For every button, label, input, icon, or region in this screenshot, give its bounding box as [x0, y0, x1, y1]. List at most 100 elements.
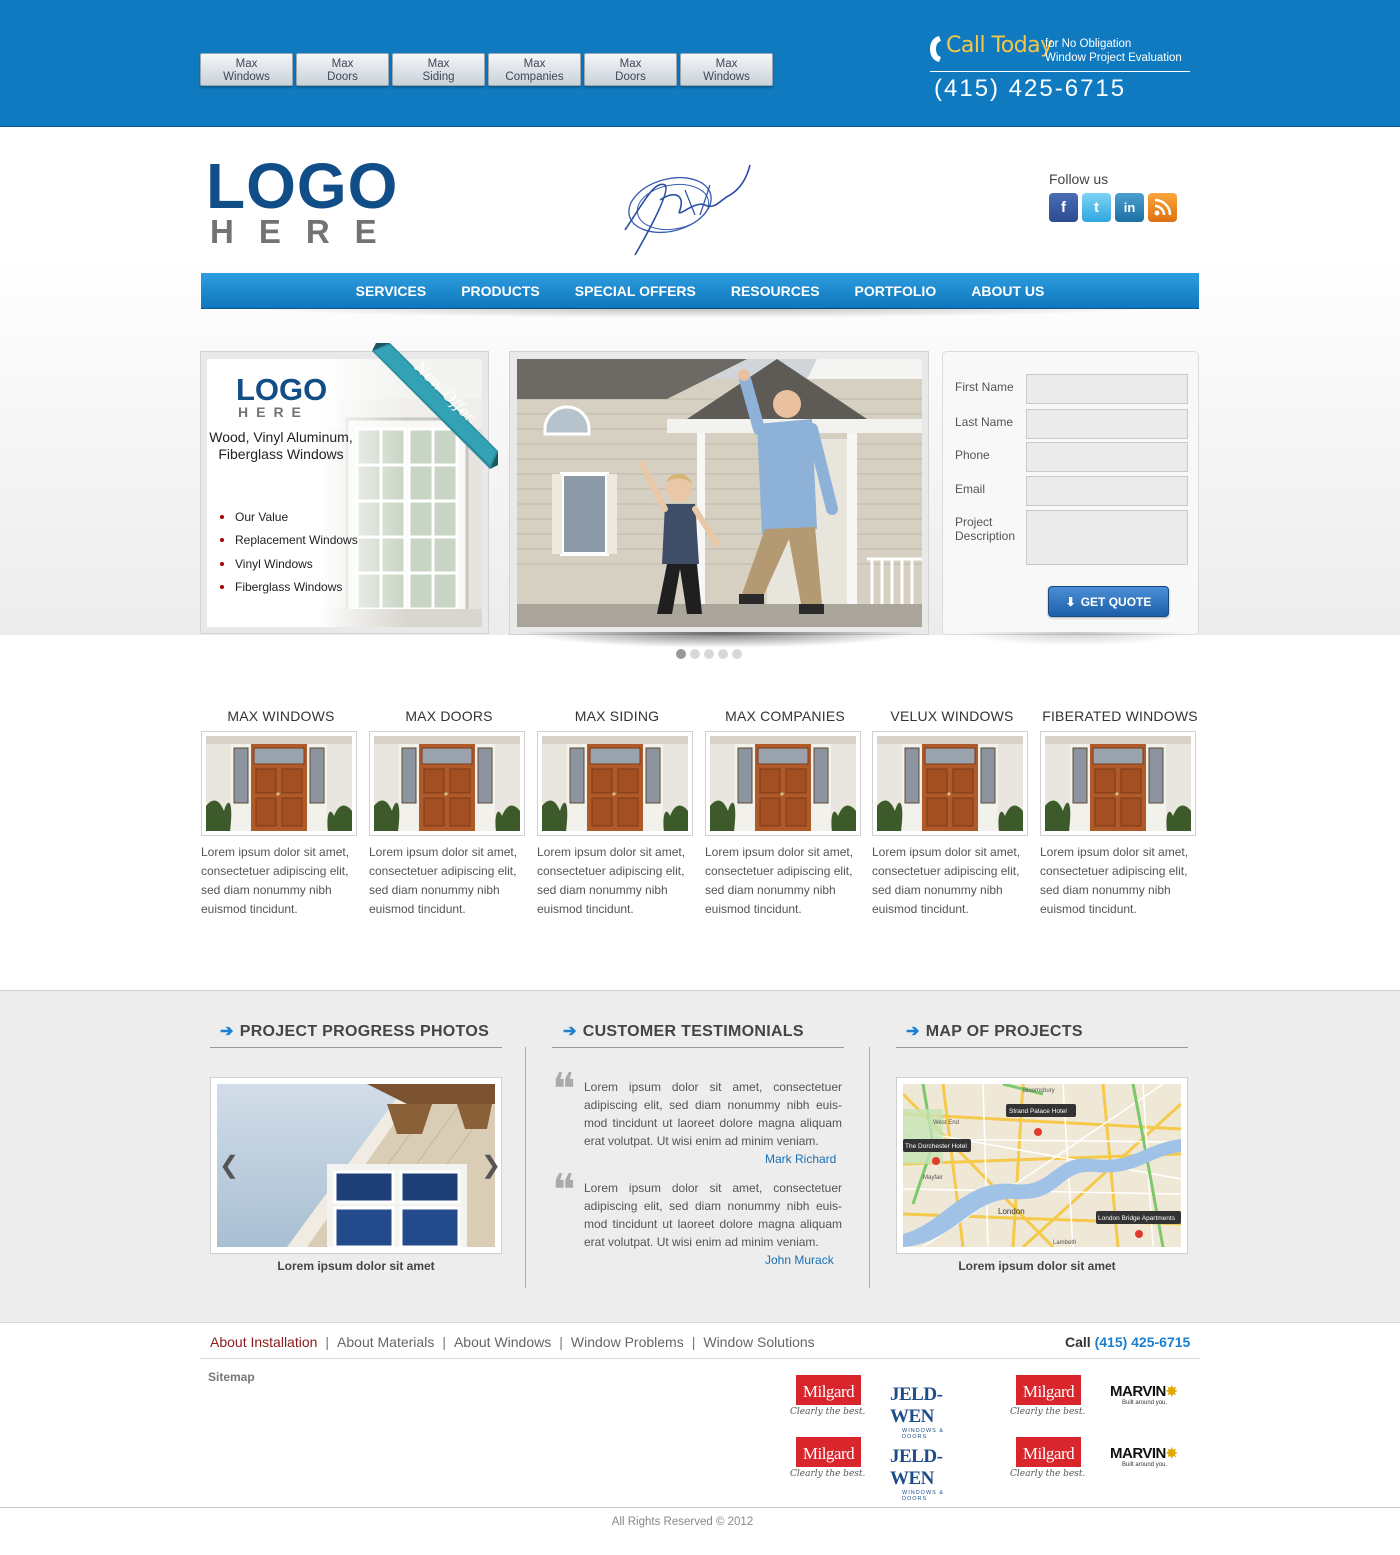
separator: |	[691, 1334, 696, 1350]
product-image[interactable]	[369, 731, 525, 836]
offer-link-vinyl-windows[interactable]: Vinyl Windows	[220, 552, 358, 576]
slider-dot-1[interactable]	[676, 649, 686, 659]
product-image[interactable]	[201, 731, 357, 836]
testimonial-text: Lorem ipsum dolor sit amet, consectetuer…	[584, 1080, 842, 1148]
map-label: The Dorchester Hotel	[905, 1143, 967, 1150]
offer-link-label: Our Value	[235, 509, 289, 524]
phone-number[interactable]: (415) 425-6715	[934, 75, 1126, 103]
footer-bottom-divider	[0, 1507, 1400, 1508]
first-name-field[interactable]	[1026, 374, 1188, 404]
bullet-icon	[220, 585, 224, 590]
product-title[interactable]: MAX DOORS	[369, 708, 529, 728]
rss-icon[interactable]	[1148, 193, 1177, 222]
footer-link-window-problems[interactable]: Window Problems	[571, 1334, 684, 1350]
product-title[interactable]: VELUX WINDOWS	[872, 708, 1032, 728]
milgard-logo: Milgard	[796, 1437, 861, 1467]
top-tab-max-siding[interactable]: Max Siding	[392, 53, 485, 86]
projects-map[interactable]: Strand Palace Hotel The Dorchester Hotel…	[896, 1077, 1188, 1254]
product-image[interactable]	[872, 731, 1028, 836]
jeldwen-tagline: WINDOWS & DOORS	[902, 1490, 944, 1502]
project-photo[interactable]	[217, 1083, 495, 1249]
brand-logo[interactable]: JELD-WEN WINDOWS & DOORS	[890, 1375, 970, 1440]
email-field[interactable]	[1026, 476, 1188, 506]
product-title[interactable]: MAX SIDING	[537, 708, 697, 728]
footer-link-about-materials[interactable]: About Materials	[337, 1334, 434, 1350]
twitter-icon[interactable]: t	[1082, 193, 1111, 222]
separator: |	[325, 1334, 330, 1350]
column-divider	[869, 1047, 870, 1288]
social-links: f t in	[1049, 193, 1181, 222]
new-offer-ribbon[interactable]: New Offer	[372, 343, 498, 469]
phone-field[interactable]	[1026, 442, 1188, 472]
product-image[interactable]	[705, 731, 861, 836]
brand-logo[interactable]: Milgard Clearly the best.	[790, 1375, 870, 1430]
offer-link-our-value[interactable]: Our Value	[220, 505, 358, 529]
marvin-wordmark: MARVIN	[1110, 1445, 1166, 1462]
heading-rule	[210, 1047, 502, 1048]
phone-icon	[930, 36, 941, 62]
product-title[interactable]: MAX COMPANIES	[705, 708, 865, 728]
marvin-tagline: Built around you.	[1122, 1400, 1168, 1406]
slider-dot-3[interactable]	[704, 649, 714, 659]
logo[interactable]: LOGO	[206, 150, 398, 222]
offer-link-replacement-windows[interactable]: Replacement Windows	[220, 529, 358, 553]
footer-phone-number[interactable]: (415) 425-6715	[1095, 1334, 1191, 1350]
nav-products[interactable]: PRODUCTS	[444, 273, 558, 308]
top-tab-max-windows[interactable]: Max Windows	[200, 53, 293, 86]
front-door-photo	[710, 736, 856, 831]
top-tab-max-companies[interactable]: Max Companies	[488, 53, 581, 86]
brand-logo[interactable]: Milgard Clearly the best.	[790, 1437, 870, 1492]
brand-logo[interactable]: Milgard Clearly the best.	[1010, 1375, 1090, 1430]
hero-slider-image[interactable]	[517, 359, 922, 627]
product-title[interactable]: MAX WINDOWS	[201, 708, 361, 728]
phone-label: Phone	[955, 448, 990, 462]
quote-mark-icon: ❝	[552, 1165, 576, 1216]
product-description: Lorem ipsum dolor sit amet, consectetuer…	[537, 845, 686, 916]
get-quote-label: GET QUOTE	[1080, 595, 1152, 609]
column-divider	[525, 1047, 526, 1288]
offer-link-fiberglass-windows[interactable]: Fiberglass Windows	[220, 576, 358, 600]
product-title[interactable]: FIBERATED WINDOWS	[1040, 708, 1200, 728]
footer-link-about-installation[interactable]: About Installation	[210, 1334, 317, 1350]
get-quote-button[interactable]: ⬇ GET QUOTE	[1048, 586, 1169, 617]
product-card: MAX COMPANIES Lorem ipsum dolor sit amet,…	[705, 708, 865, 919]
marvin-tagline: Built around you.	[1122, 1462, 1168, 1468]
footer-link-window-solutions[interactable]: Window Solutions	[703, 1334, 814, 1350]
nav-portfolio[interactable]: PORTFOLIO	[837, 273, 954, 308]
product-description: Lorem ipsum dolor sit amet, consectetuer…	[872, 845, 1021, 916]
linkedin-icon[interactable]: in	[1115, 193, 1144, 222]
first-name-label: First Name	[955, 380, 1014, 394]
nav-special-offers[interactable]: SPECIAL OFFERS	[557, 273, 713, 308]
facebook-icon[interactable]: f	[1049, 193, 1078, 222]
brand-logo[interactable]: Milgard Clearly the best.	[1010, 1437, 1090, 1492]
brand-logo[interactable]: MARVIN✸ Built around you.	[1110, 1437, 1190, 1492]
milgard-logo: Milgard	[1016, 1437, 1081, 1467]
testimonial-text: Lorem ipsum dolor sit amet, consectetuer…	[584, 1181, 842, 1249]
product-image[interactable]	[537, 731, 693, 836]
photo-prev-arrow-icon[interactable]: ❮	[219, 1151, 239, 1180]
brand-logo[interactable]: MARVIN✸ Built around you.	[1110, 1375, 1190, 1430]
testimonial-author[interactable]: John Murack	[765, 1253, 834, 1267]
marvin-logo: MARVIN✸	[1110, 1383, 1190, 1400]
product-image[interactable]	[1040, 731, 1196, 836]
footer-link-about-windows[interactable]: About Windows	[454, 1334, 551, 1350]
sitemap-link[interactable]: Sitemap	[208, 1370, 255, 1384]
milgard-tagline: Clearly the best.	[790, 1469, 866, 1479]
slider-dot-5[interactable]	[732, 649, 742, 659]
project-description-field[interactable]	[1026, 510, 1188, 565]
nav-resources[interactable]: RESOURCES	[713, 273, 837, 308]
top-tab-max-doors[interactable]: Max Doors	[296, 53, 389, 86]
brand-logo[interactable]: JELD-WEN WINDOWS & DOORS	[890, 1437, 970, 1502]
last-name-field[interactable]	[1026, 409, 1188, 439]
slider-pagination	[676, 649, 746, 659]
testimonial-author[interactable]: Mark Richard	[765, 1152, 836, 1166]
tab-label: Max	[235, 58, 258, 70]
slider-dot-4[interactable]	[718, 649, 728, 659]
email-label: Email	[955, 482, 986, 496]
photo-next-arrow-icon[interactable]: ❯	[481, 1151, 501, 1180]
nav-services[interactable]: SERVICES	[338, 273, 444, 308]
nav-about-us[interactable]: ABOUT US	[954, 273, 1062, 308]
top-tab-max-windows-2[interactable]: Max Windows	[680, 53, 773, 86]
slider-dot-2[interactable]	[690, 649, 700, 659]
top-tab-max-doors-2[interactable]: Max Doors	[584, 53, 677, 86]
